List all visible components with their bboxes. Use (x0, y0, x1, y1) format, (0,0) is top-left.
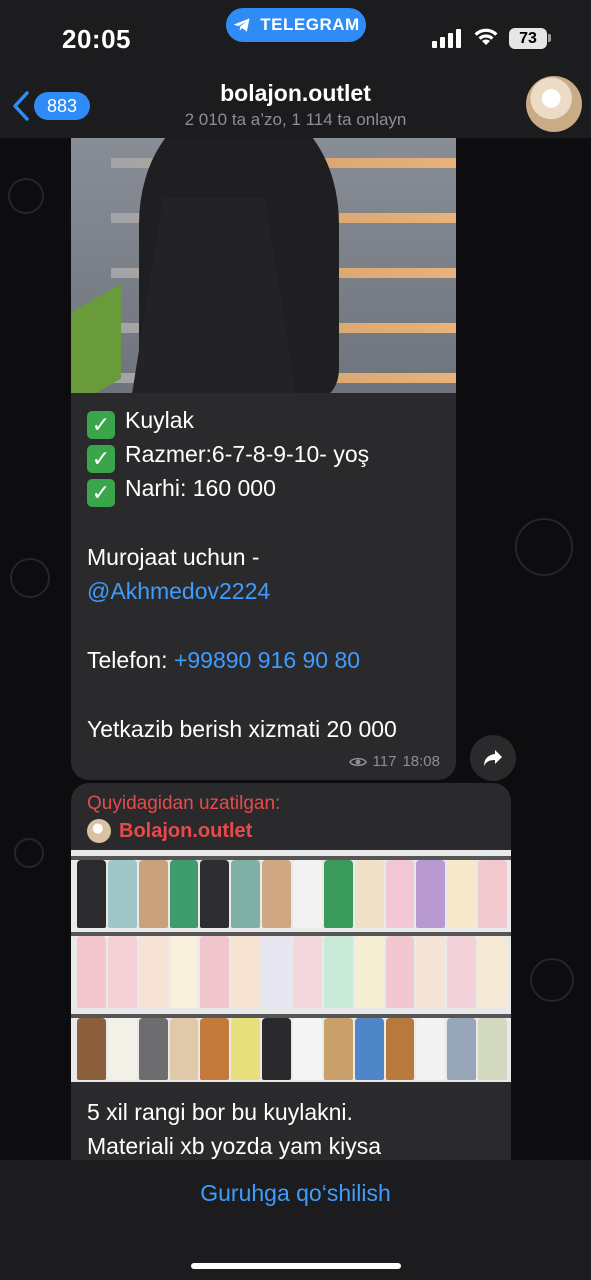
grass-patch (71, 283, 121, 393)
eye-icon (348, 757, 367, 766)
chat-title[interactable]: bolajon.outlet (0, 80, 591, 107)
item-price: Narhi: 160 000 (125, 475, 276, 501)
signal-icon (432, 28, 461, 48)
list-item: ✓ Kuylak (87, 403, 194, 439)
item-size: Razmer:6-7-8-9-10- yoş (125, 441, 370, 467)
forwarded-text-line1: 5 xil rangi bor bu kuylakni. (87, 1099, 353, 1125)
battery-tip (548, 34, 551, 42)
source-avatar (87, 819, 111, 843)
doodle-pattern (8, 178, 44, 214)
contact-label: Murojaat uchun - (87, 544, 260, 570)
dress-row (77, 936, 508, 1008)
delivery-text: Yetkazib berish xizmati 20 000 (87, 716, 397, 742)
telegram-return-pill[interactable]: TELEGRAM (226, 8, 366, 42)
forwarded-label: Quyidagidan uzatilgan: (87, 793, 281, 814)
chat-header: 883 bolajon.outlet 2 010 ta a’zo, 1 114 … (0, 70, 591, 138)
item-kuylak: Kuylak (125, 407, 195, 433)
dress-row (77, 1018, 508, 1080)
telegram-pill-label: TELEGRAM (260, 15, 360, 34)
telegram-icon (233, 18, 250, 32)
join-group-button[interactable]: Guruhga qo‘shilish (0, 1180, 591, 1207)
phone-label: Telefon: (87, 647, 174, 673)
status-bar: 20:05 TELEGRAM 73 (0, 0, 591, 70)
forwarded-message-bubble[interactable]: Quyidagidan uzatilgan: Bolajon.outlet 5 … (71, 783, 511, 1160)
message-time: 18:08 (402, 753, 440, 770)
dress-photo[interactable] (71, 138, 456, 393)
message-meta: 117 18:08 (348, 753, 440, 770)
chat-subtitle: 2 010 ta a’zo, 1 114 ta onlayn (184, 110, 407, 129)
view-count: 117 (372, 753, 397, 770)
doodle-pattern (10, 558, 50, 598)
bottom-bar: Guruhga qo‘shilish (0, 1160, 591, 1280)
phone-link[interactable]: +99890 916 90 80 (174, 647, 360, 673)
chat-area[interactable]: ✓ Kuylak ✓ Razmer:6-7-8-9-10- yoş ✓ Narhi: … (0, 138, 591, 1160)
home-indicator[interactable] (191, 1263, 401, 1269)
dress-row (77, 860, 508, 928)
chat-avatar[interactable] (526, 76, 582, 132)
check-icon: ✓ (87, 445, 115, 473)
forward-source[interactable]: Bolajon.outlet (87, 819, 252, 843)
phone-line: Telefon: +99890 916 90 80 (87, 643, 360, 677)
message-bubble[interactable]: ✓ Kuylak ✓ Razmer:6-7-8-9-10- yoş ✓ Narhi: … (71, 138, 456, 780)
check-icon: ✓ (87, 479, 115, 507)
doodle-pattern (14, 838, 44, 868)
share-button[interactable] (470, 735, 516, 781)
dresses-rack-photo[interactable] (71, 850, 511, 1082)
contact-handle-link[interactable]: @Akhmedov2224 (87, 574, 270, 608)
doodle-pattern (530, 958, 574, 1002)
list-item: ✓ Narhi: 160 000 (87, 471, 276, 507)
battery-icon: 73 (509, 28, 547, 49)
forwarded-text-line2: Materiali xb yozda yam kiysa (87, 1133, 381, 1159)
wifi-icon (474, 28, 498, 45)
share-arrow-icon (484, 750, 502, 766)
forwarded-text: 5 xil rangi bor bu kuylakni. Materiali xb… (87, 1095, 381, 1160)
check-icon: ✓ (87, 411, 115, 439)
status-time: 20:05 (62, 24, 131, 54)
doodle-pattern (515, 518, 573, 576)
list-item: ✓ Razmer:6-7-8-9-10- yoş (87, 437, 369, 473)
forward-source-name: Bolajon.outlet (119, 819, 253, 842)
